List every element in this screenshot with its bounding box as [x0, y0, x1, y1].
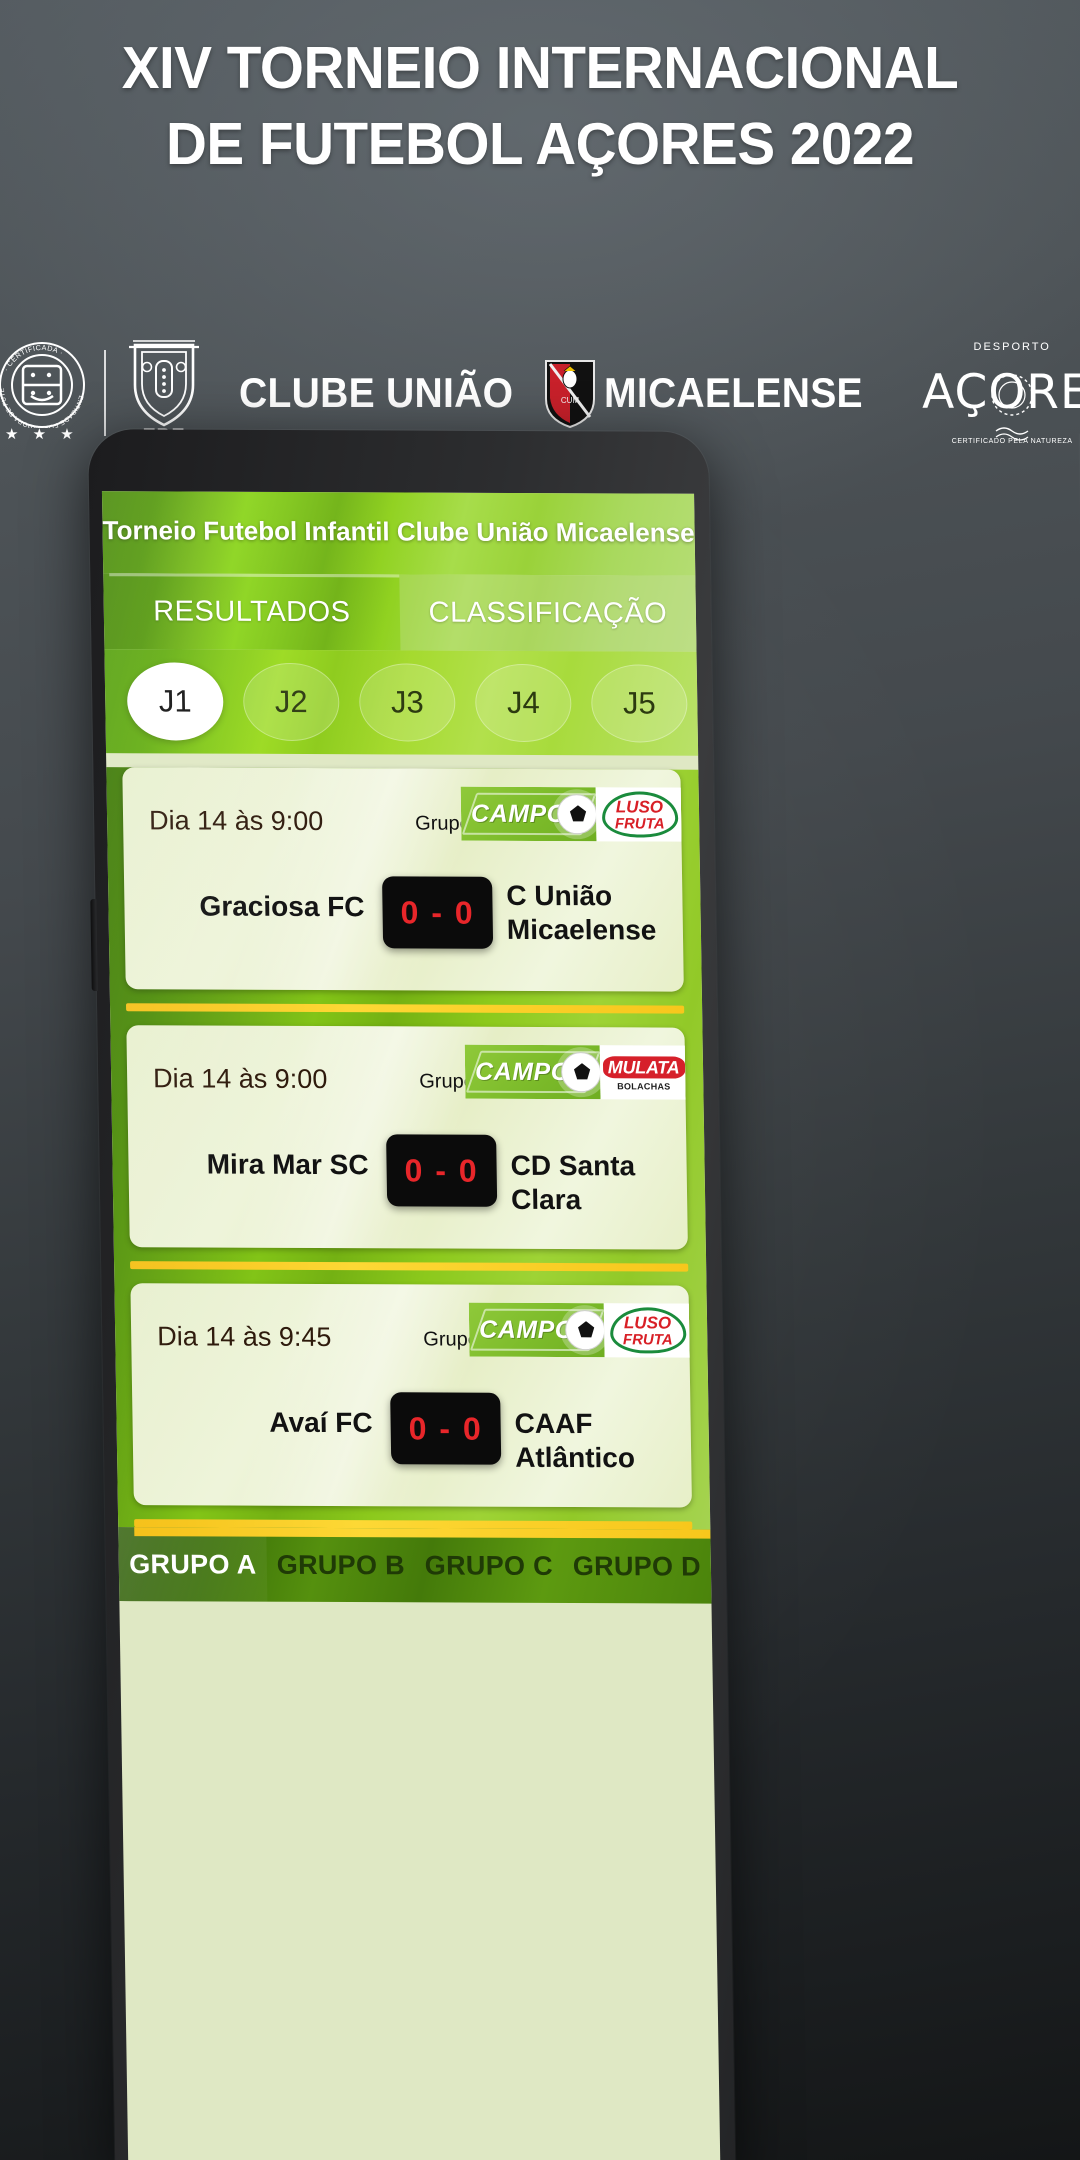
match-score-row: Mira Mar SC 0 - 0 CD Santa Clara	[128, 1117, 688, 1249]
match-card[interactable]: Dia 14 às 9:00 Grupo A CAMPO LUSO FRUTA …	[122, 767, 684, 992]
club-name-part-2: MICAELENSE	[603, 369, 863, 416]
fpf-crest-svg	[128, 340, 199, 427]
sponsor-logo-block: LUSO FRUTA	[595, 787, 684, 842]
phone-mockup: Torneio Futebol Infantil Clube União Mic…	[87, 429, 1080, 2160]
sponsor-banner[interactable]: CAMPO LUSO FRUTA	[468, 1302, 692, 1358]
round-chip-j1[interactable]: J1	[126, 662, 224, 741]
club-crest-icon: CUM	[542, 357, 598, 429]
home-team-name: Graciosa FC	[199, 890, 365, 923]
round-chip-j4[interactable]: J4	[474, 663, 572, 743]
match-score-row: Graciosa FC 0 - 0 C União Micaelense	[124, 859, 684, 991]
svg-text:· CERTIFICADA ·: · CERTIFICADA ·	[1, 343, 65, 373]
match-meta-row: Dia 14 às 9:00 Grupo A CAMPO MULATA BOLA…	[126, 1025, 688, 1119]
round-chip-j2[interactable]: J2	[242, 662, 340, 742]
match-divider	[130, 1261, 689, 1272]
promo-header: XIV TORNEIO INTERNACIONAL DE FUTEBOL AÇO…	[0, 0, 1080, 182]
mulata-line-1: MULATA	[600, 1054, 687, 1081]
home-team-name: Avaí FC	[269, 1406, 373, 1439]
match-datetime: Dia 14 às 9:00	[152, 1063, 328, 1095]
away-team-name: C União Micaelense	[506, 879, 657, 946]
desporto-acores-logo: DESPORTO AÇORES CERTIFICADO PELA NATUREZ…	[922, 339, 1080, 447]
sponsor-banner[interactable]: CAMPO MULATA BOLACHAS	[464, 1044, 688, 1100]
app-header-bar: Torneio Futebol Infantil Clube União Mic…	[101, 491, 696, 576]
sponsor-logo-block: LUSO FRUTA	[603, 1303, 692, 1358]
match-score: 0 - 0	[382, 876, 494, 949]
campo-wordmark: CAMPO	[478, 1315, 575, 1345]
campo-sponsor-block: CAMPO	[468, 1302, 605, 1358]
certification-stars: ★ ★ ★	[5, 426, 79, 443]
group-tab-a[interactable]: GRUPO A	[118, 1527, 268, 1602]
app-header-title: Torneio Futebol Infantil Clube União Mic…	[102, 515, 695, 548]
group-tab-c[interactable]: GRUPO C	[414, 1528, 563, 1603]
luso-line-2: FRUTA	[614, 815, 665, 833]
campo-sponsor-block: CAMPO	[460, 786, 597, 842]
promo-title-line-2: DE FUTEBOL AÇORES 2022	[166, 111, 914, 177]
tab-resultados[interactable]: RESULTADOS	[103, 573, 400, 650]
logo-divider	[103, 350, 106, 436]
away-team-name: CAAF Atlântico	[514, 1407, 636, 1474]
group-tab-bar: GRUPO A GRUPO B GRUPO C GRUPO D	[118, 1527, 712, 1604]
match-datetime: Dia 14 às 9:45	[156, 1321, 332, 1353]
tab-classificacao[interactable]: CLASSIFICAÇÃO	[399, 574, 697, 652]
sponsor-logo-block: MULATA BOLACHAS	[599, 1045, 688, 1100]
match-divider	[125, 1003, 685, 1014]
round-chip-j3[interactable]: J3	[358, 663, 456, 742]
certification-ring-text: · CERTIFICADA · ENTIDADE FORMADORA DE FU…	[0, 342, 84, 428]
match-list: Dia 14 às 9:00 Grupo A CAMPO LUSO FRUTA …	[106, 767, 711, 1530]
soccer-ball-icon	[560, 1052, 601, 1093]
match-score: 0 - 0	[390, 1392, 502, 1465]
match-card[interactable]: Dia 14 às 9:45 Grupo A CAMPO LUSO FRUTA …	[130, 1283, 692, 1508]
campo-wordmark: CAMPO	[474, 1057, 571, 1087]
round-chip-j5[interactable]: J5	[590, 664, 688, 743]
match-meta-row: Dia 14 às 9:45 Grupo A CAMPO LUSO FRUTA	[130, 1283, 692, 1377]
luso-fruta-logo-icon: LUSO FRUTA	[601, 791, 678, 838]
match-score: 0 - 0	[386, 1134, 498, 1207]
round-selector: J1 J2 J3 J4 J5	[104, 649, 699, 756]
luso-fruta-logo-icon: LUSO FRUTA	[609, 1307, 687, 1354]
luso-line-2: FRUTA	[622, 1331, 673, 1349]
app-screen: Torneio Futebol Infantil Clube União Mic…	[101, 491, 721, 2160]
soccer-ball-icon	[564, 1310, 605, 1351]
away-team-name: CD Santa Clara	[510, 1149, 636, 1216]
fpf-certification-seal-icon: · CERTIFICADA · ENTIDADE FORMADORA DE FU…	[0, 342, 90, 444]
campo-wordmark: CAMPO	[470, 799, 567, 829]
match-card[interactable]: Dia 14 às 9:00 Grupo A CAMPO MULATA BOLA…	[126, 1025, 688, 1250]
soccer-ball-icon	[556, 794, 597, 835]
promo-title-line-1: XIV TORNEIO INTERNACIONAL	[121, 35, 959, 101]
sponsor-banner[interactable]: CAMPO LUSO FRUTA	[460, 786, 684, 842]
mulata-line-2: BOLACHAS	[617, 1081, 671, 1092]
clube-uniao-micaelense-logo: CLUBE UNIÃO CUM MICAELENSE	[239, 357, 882, 429]
group-tab-b[interactable]: GRUPO B	[266, 1528, 415, 1603]
match-score-row: Avaí FC 0 - 0 CAAF Atlântico	[132, 1375, 692, 1507]
acores-seal-icon	[991, 374, 1033, 441]
svg-text:CUM: CUM	[561, 396, 580, 405]
main-tab-bar: RESULTADOS CLASSIFICAÇÃO	[103, 573, 697, 652]
home-team-name: Mira Mar SC	[206, 1148, 369, 1181]
mulata-bolachas-logo-icon: MULATA BOLACHAS	[600, 1049, 687, 1095]
campo-sponsor-block: CAMPO	[464, 1044, 601, 1100]
group-tab-d[interactable]: GRUPO D	[562, 1529, 711, 1604]
match-meta-row: Dia 14 às 9:00 Grupo A CAMPO LUSO FRUTA	[122, 767, 684, 861]
club-name-part-1: CLUBE UNIÃO	[238, 369, 514, 416]
match-datetime: Dia 14 às 9:00	[148, 805, 324, 837]
